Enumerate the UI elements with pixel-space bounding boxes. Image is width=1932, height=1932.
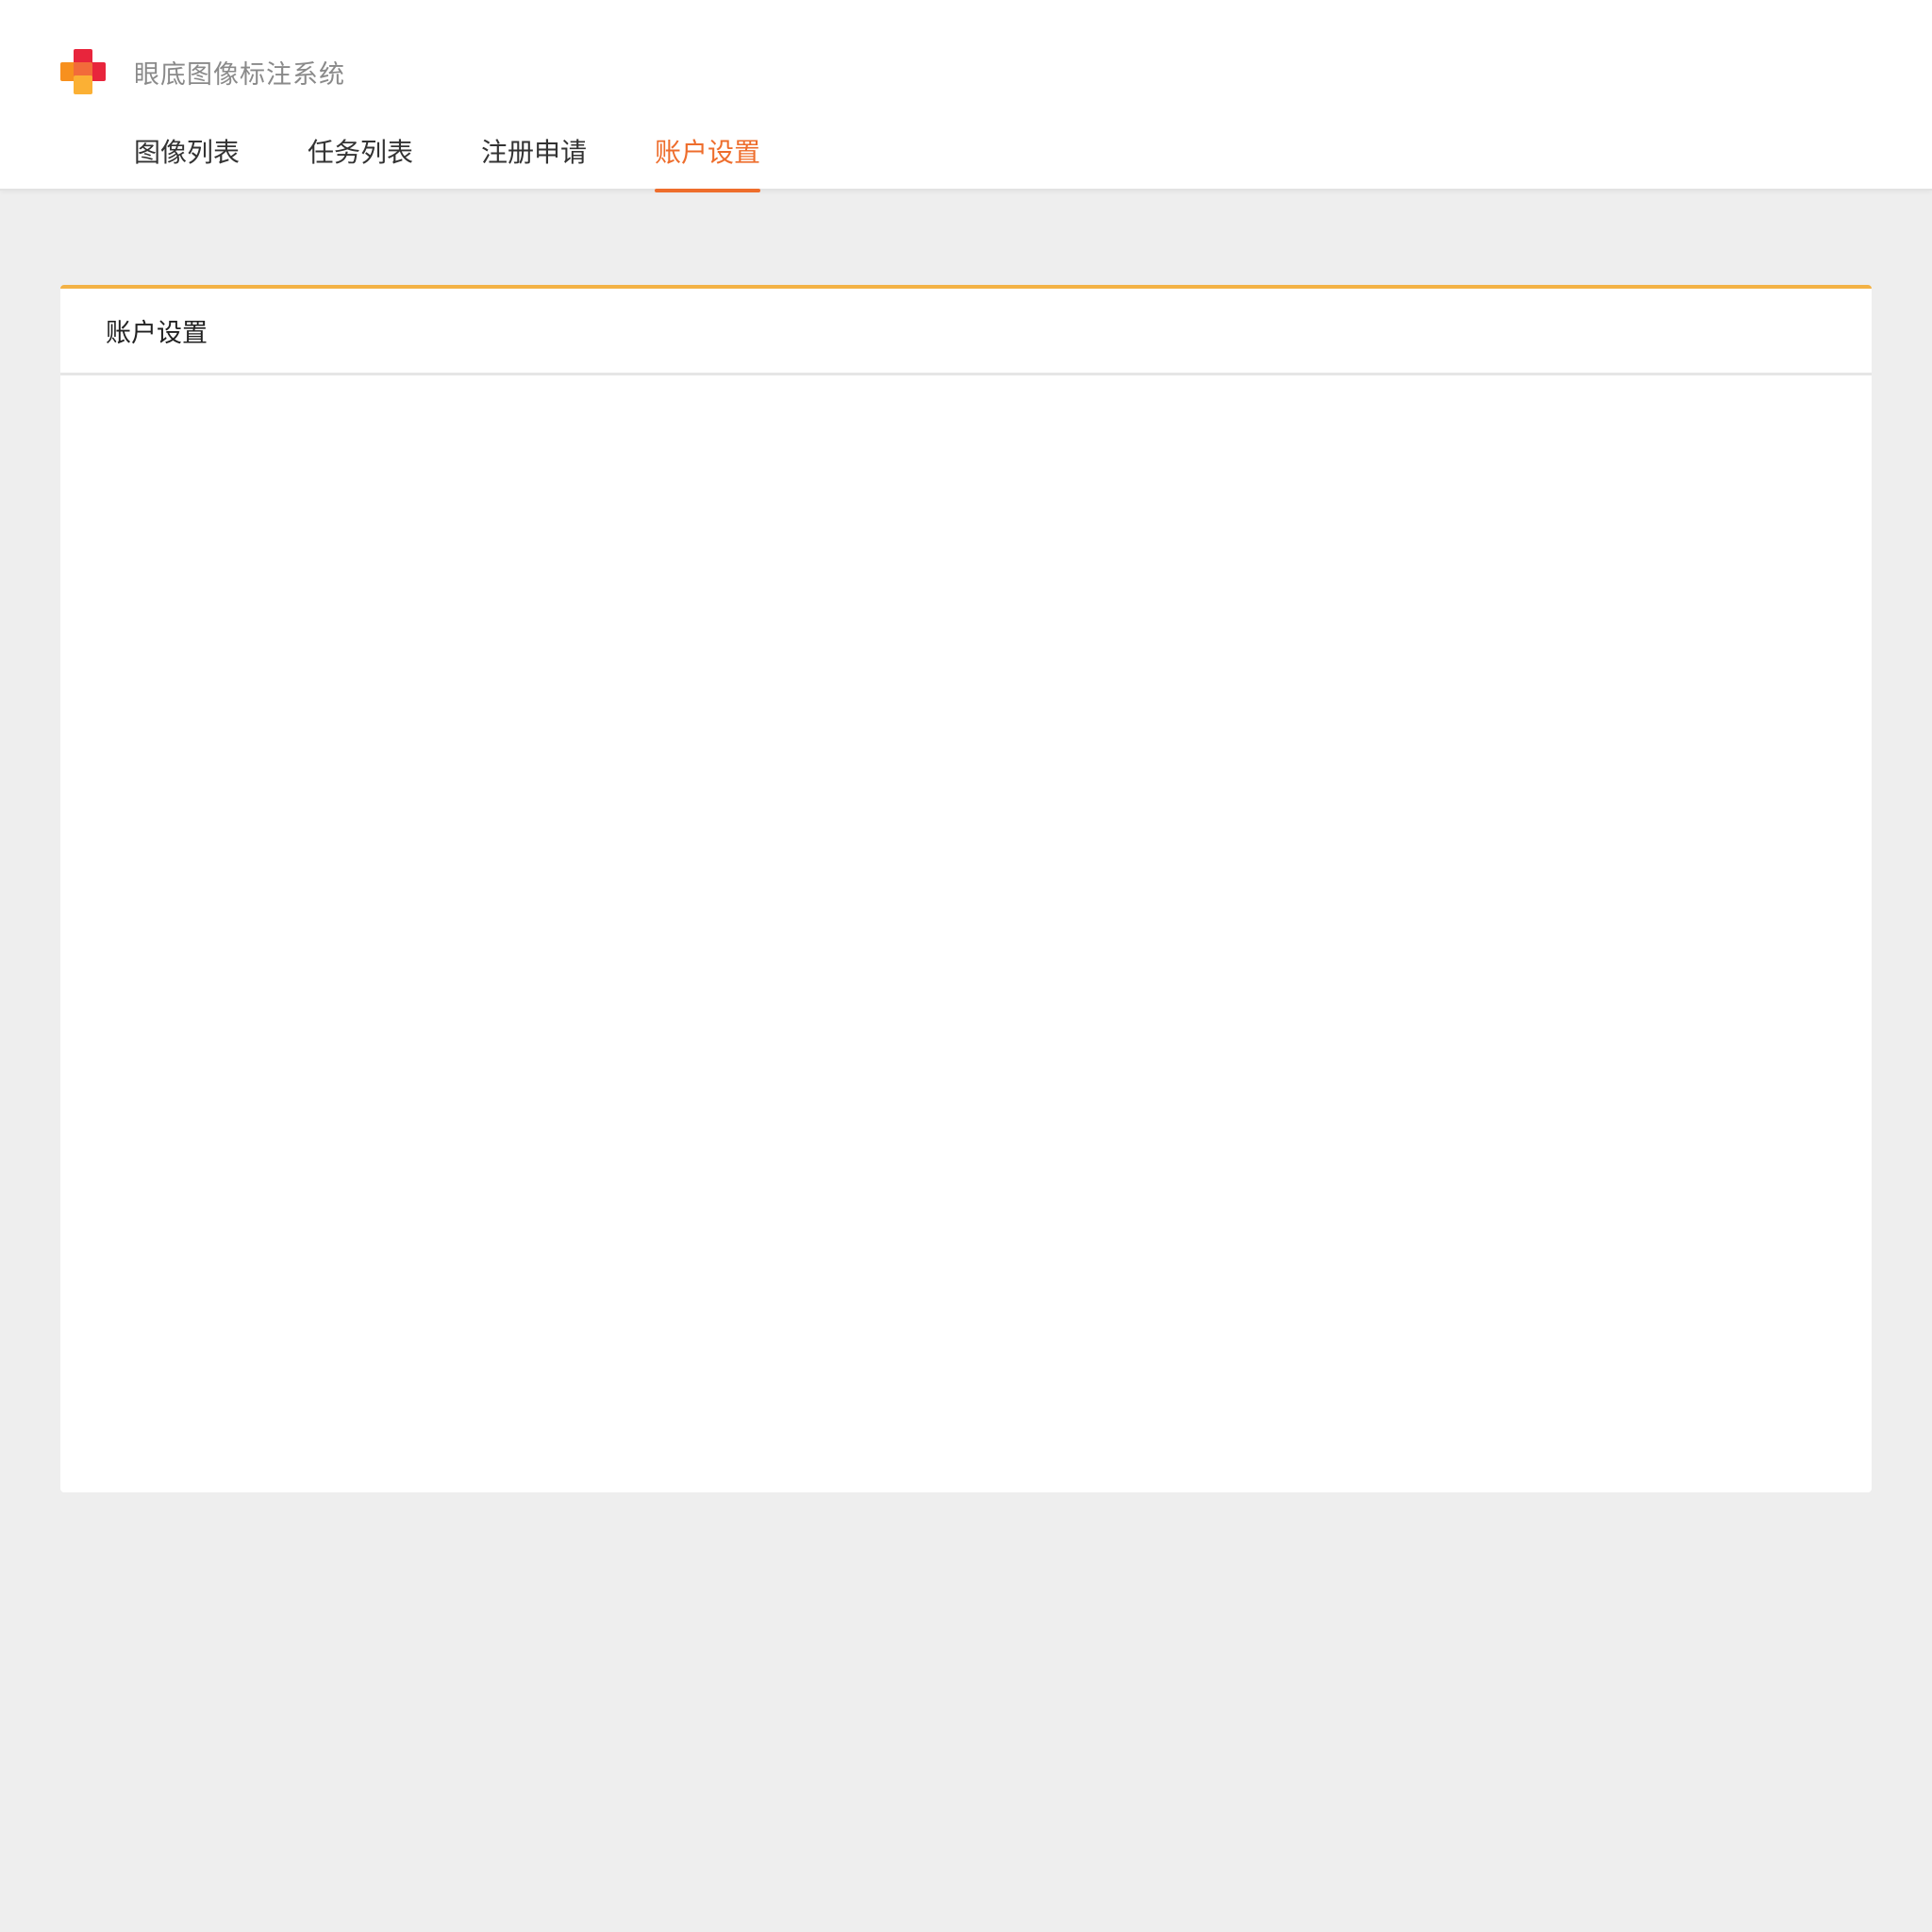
tab-registration-requests[interactable]: 注册申请 (481, 125, 587, 192)
cross-logo-icon (60, 49, 106, 94)
app-title: 眼底图像标注系统 (134, 59, 345, 90)
logo-square-bottom (74, 75, 92, 94)
card-header: 账户设置 (60, 289, 1872, 375)
main-nav: 图像列表 任务列表 注册申请 账户设置 (134, 125, 828, 192)
brand[interactable]: 眼底图像标注系统 (60, 49, 345, 94)
card-title: 账户设置 (106, 319, 208, 348)
tab-task-list[interactable]: 任务列表 (308, 125, 413, 192)
card-body (60, 375, 1872, 1492)
tab-account-settings[interactable]: 账户设置 (655, 125, 761, 192)
top-header: 眼底图像标注系统 图像列表 任务列表 注册申请 账户设置 (0, 0, 1932, 192)
account-settings-card: 账户设置 (60, 285, 1872, 1492)
tab-image-list[interactable]: 图像列表 (134, 125, 240, 192)
